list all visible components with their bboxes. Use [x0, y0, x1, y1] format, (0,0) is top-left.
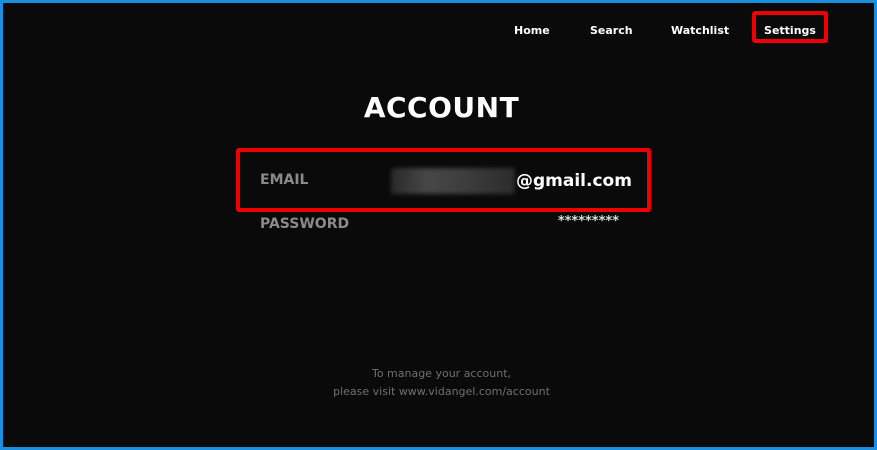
top-nav: Home Search Watchlist Settings	[3, 3, 874, 59]
nav-settings-link[interactable]: Settings	[752, 11, 828, 43]
password-label: PASSWORD	[260, 216, 350, 232]
page-title: ACCOUNT	[363, 91, 520, 124]
footer-line-1: To manage your account,	[371, 367, 512, 380]
redacted-email-username	[391, 168, 515, 194]
email-value: @gmail.com	[391, 168, 632, 194]
email-label: EMAIL	[260, 172, 309, 188]
email-domain: @gmail.com	[516, 171, 632, 191]
nav-home-link[interactable]: Home	[514, 24, 550, 37]
nav-watchlist-link[interactable]: Watchlist	[671, 24, 729, 37]
app-window: Home Search Watchlist Settings ACCOUNT E…	[0, 0, 877, 450]
footer-note: To manage your account, please visit www…	[3, 365, 874, 401]
footer-line-2: please visit www.vidangel.com/account	[333, 385, 550, 398]
password-value: *********	[557, 214, 619, 229]
nav-search-link[interactable]: Search	[590, 24, 633, 37]
nav-settings-label: Settings	[764, 24, 816, 37]
